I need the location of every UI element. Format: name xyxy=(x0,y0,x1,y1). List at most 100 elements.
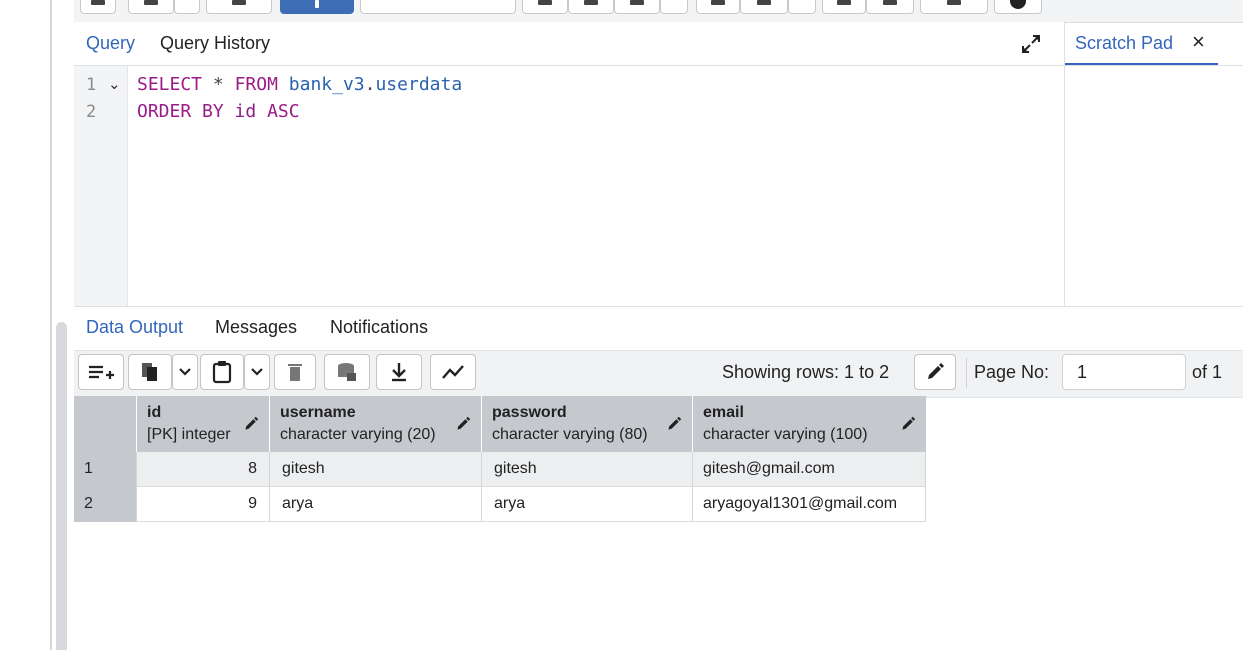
editor-gutter xyxy=(74,66,128,306)
column-name: email xyxy=(703,404,744,421)
delete-row-button[interactable] xyxy=(274,354,316,390)
tab-query-history[interactable]: Query History xyxy=(160,33,270,54)
table-row[interactable]: 2 9 arya arya aryagoyal1301@gmail.com xyxy=(74,487,926,522)
save-data-button[interactable] xyxy=(324,354,370,390)
pencil-icon xyxy=(928,363,944,379)
row-number[interactable]: 1 xyxy=(74,452,137,487)
add-row-button[interactable] xyxy=(78,354,124,390)
scratch-pad-tab-indicator xyxy=(1065,63,1218,65)
stop-button[interactable] xyxy=(522,0,568,14)
format-sql-button[interactable] xyxy=(920,0,988,14)
macros-button[interactable] xyxy=(822,0,866,14)
column-header-password[interactable]: password character varying (80) xyxy=(482,396,693,452)
sql-operator: * xyxy=(212,74,224,95)
limit-select[interactable] xyxy=(360,0,516,14)
add-row-icon xyxy=(89,365,114,379)
line-number: 2 xyxy=(86,102,97,122)
column-header-username[interactable]: username character varying (20) xyxy=(270,396,482,452)
column-header-id[interactable]: id [PK] integer xyxy=(137,396,270,452)
chevron-down-icon xyxy=(251,368,263,376)
column-name: id xyxy=(147,404,162,421)
save-icon xyxy=(144,0,158,5)
execute-button[interactable] xyxy=(280,0,354,14)
download-button[interactable] xyxy=(376,354,422,390)
cell-email[interactable]: aryagoyal1301@gmail.com xyxy=(693,487,926,522)
commit-button[interactable] xyxy=(696,0,740,14)
paste-icon xyxy=(212,361,232,384)
row-number-header[interactable] xyxy=(74,396,137,452)
maximize-icon[interactable] xyxy=(1020,33,1042,55)
paste-dropdown-button[interactable] xyxy=(244,354,270,390)
sql-keyword: ASC xyxy=(267,101,300,122)
editor-divider xyxy=(74,306,1243,307)
sql-keyword: ORDER BY xyxy=(137,101,224,122)
copy-button[interactable] xyxy=(128,354,172,390)
row-number[interactable]: 2 xyxy=(74,487,137,522)
tab-scratch-pad[interactable]: Scratch Pad xyxy=(1075,33,1173,54)
save-data-icon xyxy=(338,363,356,381)
open-file-button[interactable] xyxy=(80,0,116,14)
page-label: Page No: xyxy=(974,362,1050,382)
copy-icon xyxy=(142,363,157,381)
trash-icon xyxy=(288,364,302,381)
toolbar-separator xyxy=(966,358,967,388)
pencil-icon xyxy=(232,0,246,5)
cell-id[interactable]: 8 xyxy=(137,452,270,487)
left-rail xyxy=(0,0,52,650)
column-header-email[interactable]: email character varying (100) xyxy=(693,396,926,452)
copy-dropdown-button[interactable] xyxy=(172,354,198,390)
format-icon xyxy=(947,0,961,5)
folder-icon xyxy=(91,0,105,5)
tab-query[interactable]: Query xyxy=(86,33,135,54)
tab-data-output[interactable]: Data Output xyxy=(86,317,183,338)
vertical-scrollbar[interactable] xyxy=(56,322,67,650)
cell-email[interactable]: gitesh@gmail.com xyxy=(693,452,926,487)
pencil-icon xyxy=(902,416,916,430)
tab-notifications[interactable]: Notifications xyxy=(330,317,428,338)
sql-keyword: FROM xyxy=(234,74,278,95)
cell-username[interactable]: gitesh xyxy=(270,452,482,487)
fold-chevron-icon[interactable]: ⌄ xyxy=(108,75,121,93)
pencil-icon xyxy=(457,416,471,430)
column-type: character varying (100) xyxy=(703,426,868,443)
edit-rows-button[interactable] xyxy=(914,354,956,390)
save-button[interactable] xyxy=(128,0,174,14)
commit-icon xyxy=(711,0,725,5)
transaction-dropdown-button[interactable] xyxy=(788,0,816,14)
page-number-input[interactable]: 1 xyxy=(1062,354,1186,390)
line-chart-icon xyxy=(442,365,464,379)
explain-dropdown-button[interactable] xyxy=(660,0,688,14)
gutter-divider xyxy=(127,66,128,306)
cell-username[interactable]: arya xyxy=(270,487,482,522)
edit-button[interactable] xyxy=(206,0,272,14)
sql-line-2[interactable]: ORDER BY id ASC xyxy=(137,101,300,122)
paste-button[interactable] xyxy=(200,354,244,390)
rollback-button[interactable] xyxy=(740,0,788,14)
cell-password[interactable]: arya xyxy=(482,487,693,522)
column-type: character varying (80) xyxy=(492,426,648,443)
tab-messages[interactable]: Messages xyxy=(215,317,297,338)
close-icon[interactable]: × xyxy=(1192,31,1205,53)
column-name: password xyxy=(492,404,567,421)
sql-line-1[interactable]: SELECT * FROM bank_v3.userdata xyxy=(137,74,462,95)
save-dropdown-button[interactable] xyxy=(174,0,200,14)
download-icon xyxy=(392,363,406,382)
help-button[interactable] xyxy=(994,0,1042,14)
macro-settings-icon xyxy=(883,0,897,5)
cell-password[interactable]: gitesh xyxy=(482,452,693,487)
table-row[interactable]: 1 8 gitesh gitesh gitesh@gmail.com xyxy=(74,452,926,487)
sql-schema: bank_v3 xyxy=(288,74,365,95)
graph-visualiser-button[interactable] xyxy=(430,354,476,390)
cell-id[interactable]: 9 xyxy=(137,487,270,522)
macro-icon xyxy=(837,0,851,5)
explain-analyze-button[interactable] xyxy=(614,0,660,14)
explain-button[interactable] xyxy=(568,0,614,14)
rollback-icon xyxy=(757,0,771,5)
sql-table: userdata xyxy=(375,74,463,95)
sql-keyword: SELECT xyxy=(137,74,203,95)
column-name: username xyxy=(280,404,356,421)
explain-icon xyxy=(584,0,598,5)
manage-macros-button[interactable] xyxy=(866,0,914,14)
stop-icon xyxy=(538,0,552,5)
rail-divider xyxy=(50,0,52,650)
